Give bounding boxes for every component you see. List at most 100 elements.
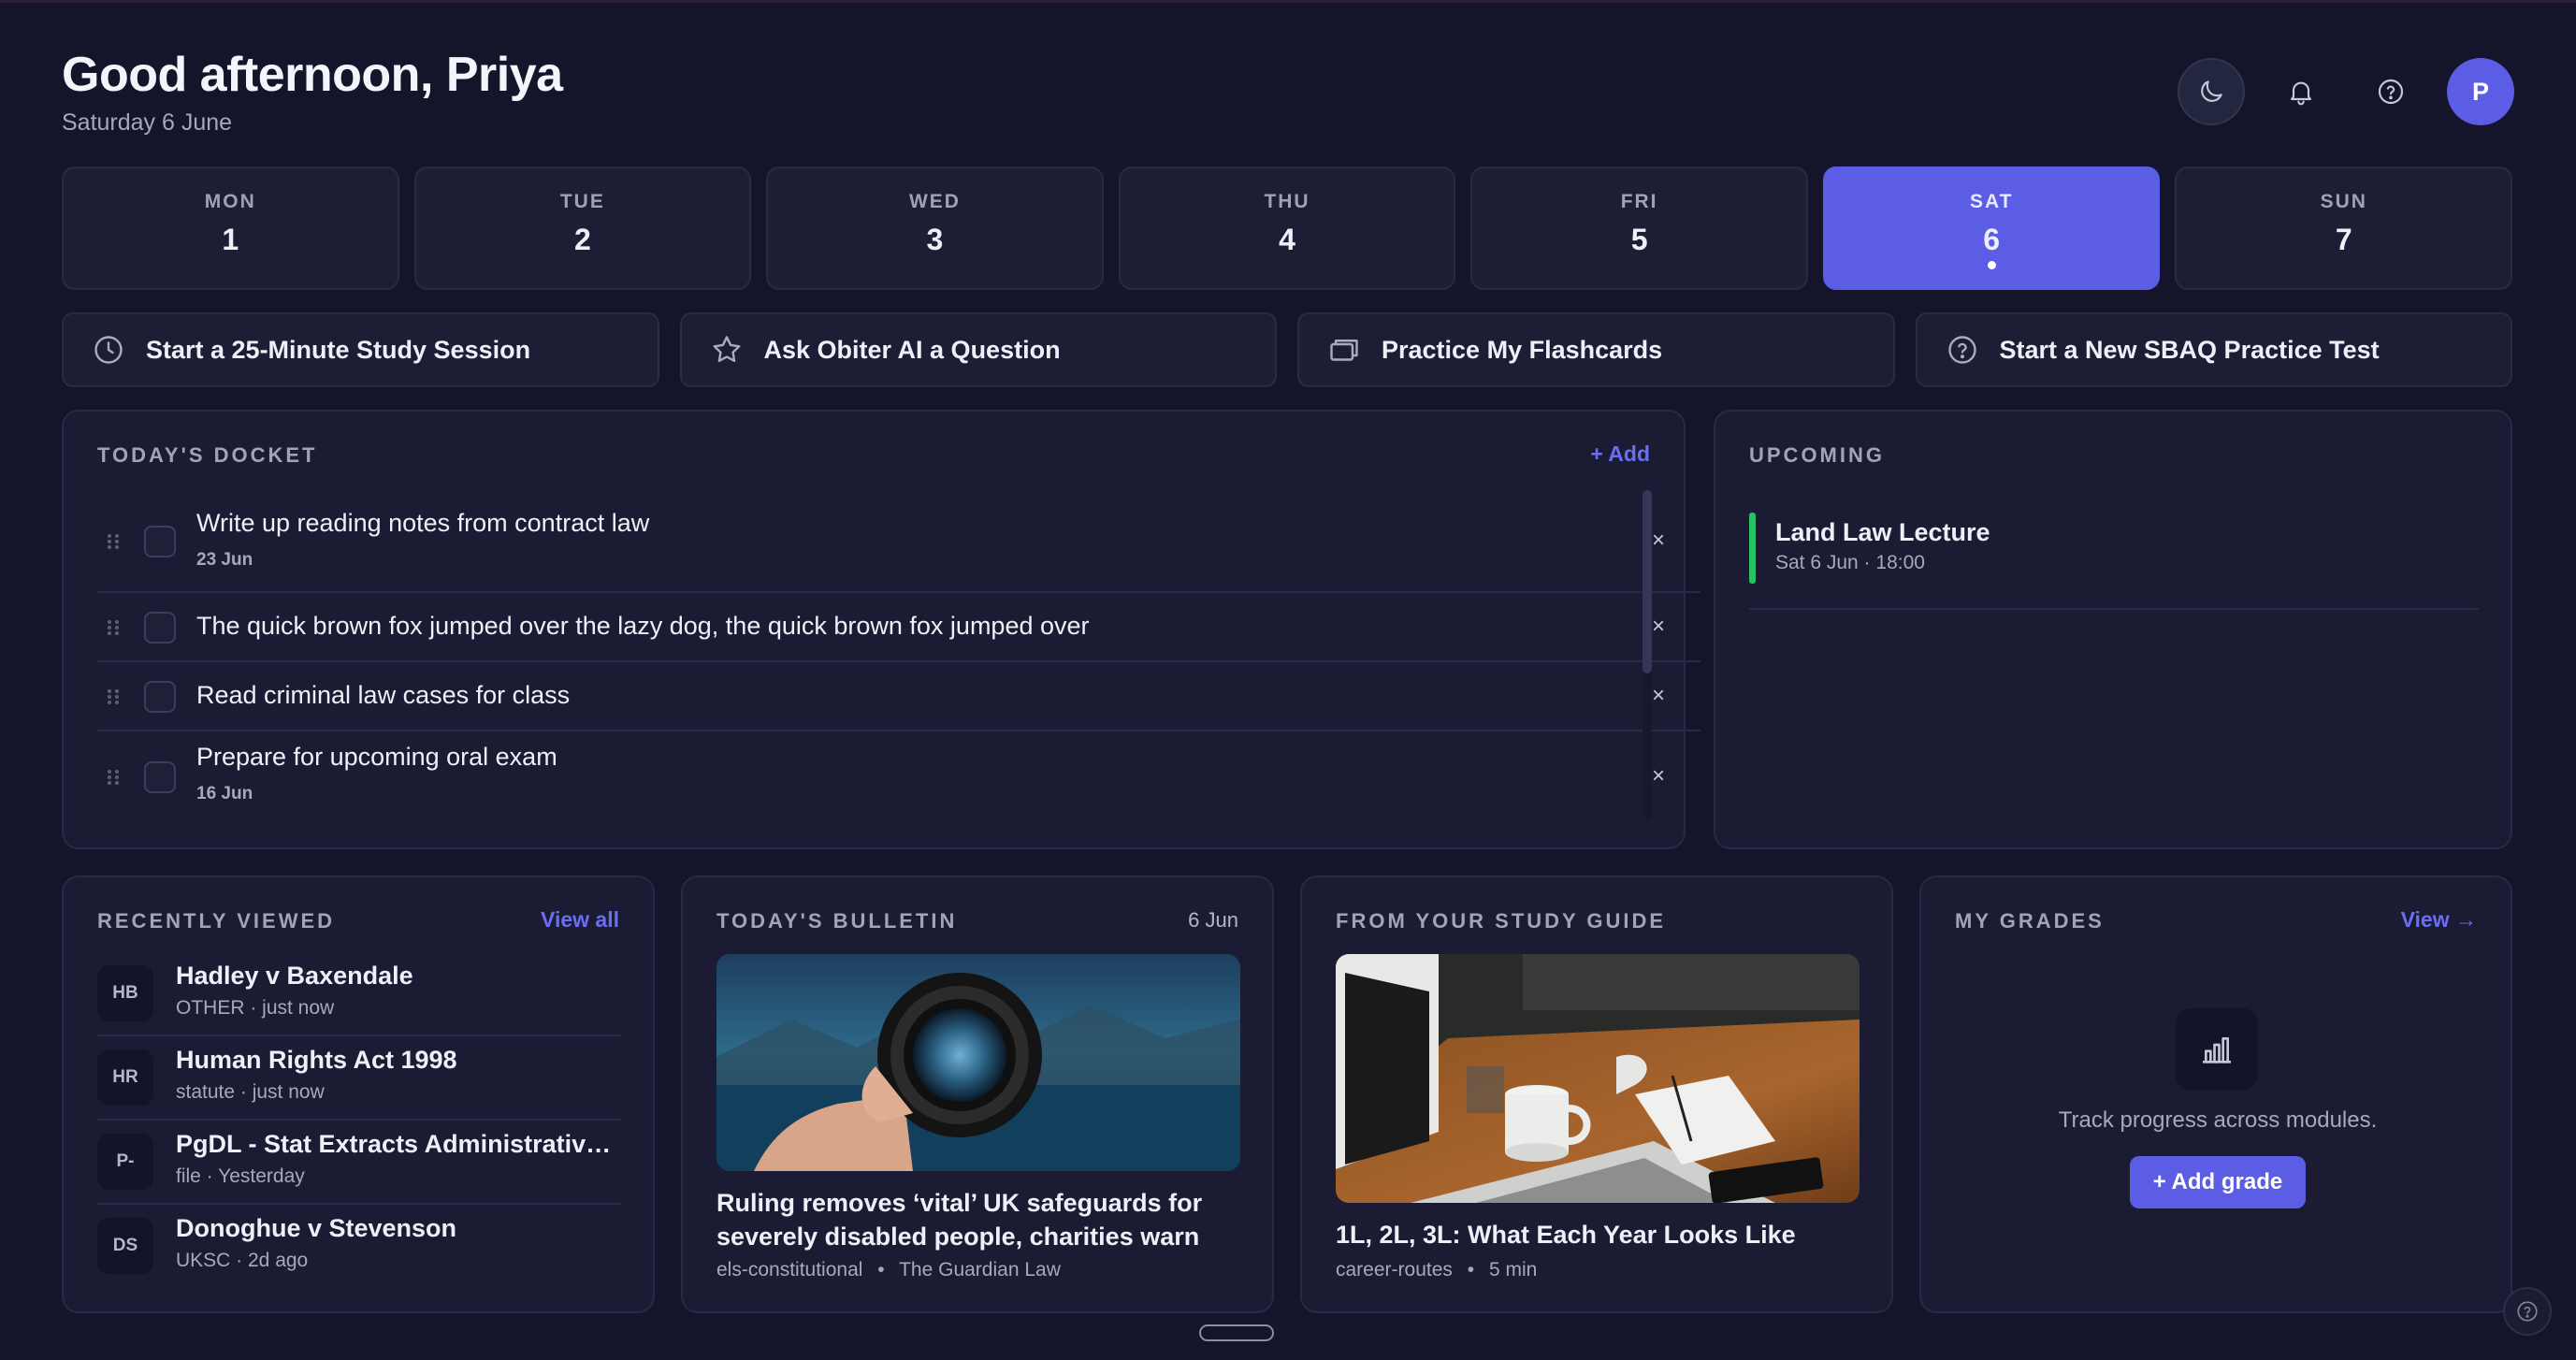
help-icon xyxy=(2517,1301,2538,1322)
day-date: 7 xyxy=(2335,223,2352,256)
action-label: Start a 25-Minute Study Session xyxy=(146,335,531,364)
task-row[interactable]: Write up reading notes from contract law… xyxy=(97,490,1700,593)
drag-handle-icon[interactable] xyxy=(107,769,120,786)
day-date: 2 xyxy=(573,223,591,256)
study-guide-image[interactable] xyxy=(1336,954,1860,1203)
day-tue[interactable]: TUE 2 xyxy=(413,166,752,290)
avatar[interactable]: P xyxy=(2447,58,2514,125)
bulletin-panel: TODAY'S BULLETIN 6 Jun Ruling removes ‘v… xyxy=(681,875,1274,1313)
recently-viewed-panel: RECENTLY VIEWED View all HB Hadley v Bax… xyxy=(62,875,655,1313)
notifications-button[interactable] xyxy=(2267,58,2335,125)
day-sat-selected[interactable]: SAT 6 xyxy=(1822,166,2161,290)
drag-handle-icon[interactable] xyxy=(107,619,120,636)
item-meta: OTHER · just now xyxy=(176,997,335,1019)
bulletin-date: 6 Jun xyxy=(1188,908,1238,932)
task-checkbox[interactable] xyxy=(144,681,176,713)
star-icon xyxy=(713,336,740,363)
bulletin-headline[interactable]: Ruling removes ‘vital’ UK safeguards for… xyxy=(716,1186,1240,1253)
day-thu[interactable]: THU 4 xyxy=(1118,166,1456,290)
remove-task-button[interactable]: × xyxy=(1652,683,1665,709)
item-meta: statute · just now xyxy=(176,1081,325,1103)
floating-help-button[interactable] xyxy=(2503,1287,2552,1336)
meta-separator: • xyxy=(1467,1259,1475,1280)
event-indicator-dot xyxy=(1987,261,1996,269)
clock-icon xyxy=(94,336,123,364)
day-wed[interactable]: WED 3 xyxy=(766,166,1104,290)
study-guide-panel: FROM YOUR STUDY GUIDE 1L, 2L, 3L: What E… xyxy=(1300,875,1893,1313)
help-button[interactable] xyxy=(2357,58,2424,125)
view-all-link[interactable]: View all xyxy=(541,907,619,933)
grades-panel: MY GRADES View → Track progress across m… xyxy=(1919,875,2512,1313)
action-label: Practice My Flashcards xyxy=(1382,335,1663,364)
day-sun[interactable]: SUN 7 xyxy=(2175,166,2513,290)
lens-photo-illustration xyxy=(716,954,1240,1171)
docket-panel: TODAY'S DOCKET + Add Write up reading no… xyxy=(62,410,1700,849)
day-date: 1 xyxy=(222,223,239,256)
action-label: Start a New SBAQ Practice Test xyxy=(1999,335,2380,364)
header-actions: P xyxy=(2178,58,2514,125)
item-title: Donoghue v Stevenson xyxy=(176,1214,457,1242)
read-time: 5 min xyxy=(1488,1259,1538,1280)
task-text: Prepare for upcoming oral exam xyxy=(196,743,557,771)
task-row[interactable]: Prepare for upcoming oral exam 16 Jun × xyxy=(97,731,1700,825)
task-text: The quick brown fox jumped over the lazy… xyxy=(196,612,1090,640)
task-checkbox[interactable] xyxy=(144,526,176,557)
ask-ai-button[interactable]: Ask Obiter AI a Question xyxy=(679,312,1277,387)
event-title[interactable]: Land Law Lecture xyxy=(1775,518,1990,547)
add-task-button[interactable]: + Add xyxy=(1590,441,1650,467)
study-guide-headline[interactable]: 1L, 2L, 3L: What Each Year Looks Like xyxy=(1336,1218,1860,1251)
item-badge: HB xyxy=(97,965,153,1021)
page-title: Good afternoon, Priya xyxy=(62,48,563,102)
bottom-handle[interactable] xyxy=(1199,1324,1274,1341)
task-checkbox[interactable] xyxy=(144,761,176,793)
upcoming-title: UPCOMING xyxy=(1749,443,1885,467)
day-name: THU xyxy=(1264,191,1310,212)
start-sbaq-test-button[interactable]: Start a New SBAQ Practice Test xyxy=(1915,312,2512,387)
recent-item[interactable]: DS Donoghue v Stevenson UKSC · 2d ago xyxy=(97,1205,621,1289)
item-badge: P- xyxy=(97,1134,153,1190)
drag-handle-icon[interactable] xyxy=(107,533,120,550)
practice-flashcards-button[interactable]: Practice My Flashcards xyxy=(1297,312,1895,387)
moon-icon xyxy=(2201,80,2222,102)
day-mon[interactable]: MON 1 xyxy=(62,166,399,290)
item-title: Hadley v Baxendale xyxy=(176,962,413,990)
remove-task-button[interactable]: × xyxy=(1652,614,1665,640)
grades-empty-text: Track progress across modules. xyxy=(2058,1107,2378,1133)
item-meta: file · Yesterday xyxy=(176,1165,305,1187)
recently-viewed-title: RECENTLY VIEWED xyxy=(97,909,336,933)
theme-toggle-button[interactable] xyxy=(2178,58,2245,125)
recent-item[interactable]: HB Hadley v Baxendale OTHER · just now xyxy=(97,952,621,1036)
view-grades-link[interactable]: View → xyxy=(2401,907,2477,933)
add-grade-button[interactable]: + Add grade xyxy=(2130,1156,2306,1208)
study-guide-tag: career-routes xyxy=(1336,1259,1453,1280)
day-date: 5 xyxy=(1630,223,1648,256)
help-icon xyxy=(2378,79,2404,105)
remove-task-button[interactable]: × xyxy=(1652,763,1665,789)
day-name: FRI xyxy=(1620,191,1658,212)
task-due-date: 16 Jun xyxy=(196,784,253,803)
drag-handle-icon[interactable] xyxy=(107,688,120,705)
task-row[interactable]: The quick brown fox jumped over the lazy… xyxy=(97,593,1700,662)
bar-chart-icon xyxy=(2176,1008,2258,1091)
bulletin-meta: els-constitutional • The Guardian Law xyxy=(716,1259,1061,1281)
event-time: Sat 6 Jun · 18:00 xyxy=(1775,552,1925,573)
task-due-date: 23 Jun xyxy=(196,550,253,570)
recent-item[interactable]: HR Human Rights Act 1998 statute · just … xyxy=(97,1036,621,1121)
start-study-session-button[interactable]: Start a 25-Minute Study Session xyxy=(62,312,659,387)
day-name: MON xyxy=(204,191,256,212)
task-checkbox[interactable] xyxy=(144,612,176,644)
task-text: Write up reading notes from contract law xyxy=(196,509,650,537)
day-fri[interactable]: FRI 5 xyxy=(1470,166,1808,290)
bulletin-tag: els-constitutional xyxy=(716,1259,863,1280)
day-date: 3 xyxy=(926,223,944,256)
day-name: TUE xyxy=(559,191,605,212)
task-row[interactable]: Read criminal law cases for class × xyxy=(97,662,1700,731)
week-strip: MON 1 TUE 2 WED 3 THU 4 FRI 5 SAT 6 SUN … xyxy=(62,166,2513,290)
remove-task-button[interactable]: × xyxy=(1652,528,1665,554)
recent-item[interactable]: P- PgDL - Stat Extracts Administrative L… xyxy=(97,1121,621,1205)
docket-scrollbar-thumb[interactable] xyxy=(1643,490,1652,673)
desk-photo-illustration xyxy=(1336,954,1860,1203)
grades-title: MY GRADES xyxy=(1955,909,2105,933)
bulletin-image[interactable] xyxy=(716,954,1240,1171)
day-date: 4 xyxy=(1279,223,1295,256)
